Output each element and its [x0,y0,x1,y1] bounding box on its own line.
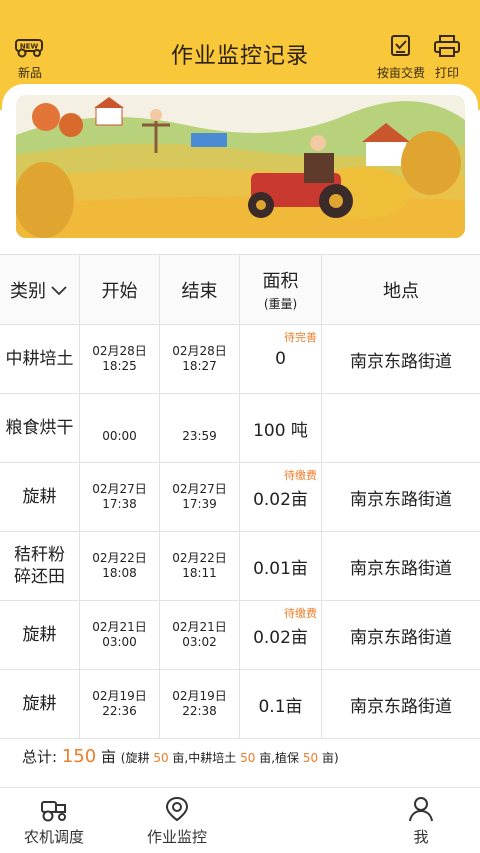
nav-machine-dispatch-label: 农机调度 [24,828,85,846]
row-start: 02月27日 17:38 [80,463,160,531]
farm-banner-illustration [16,95,465,238]
row-start: 02月19日 22:36 [80,670,160,738]
nav-me[interactable]: 我 [408,796,434,847]
checklist-icon [391,35,410,56]
total-unit: 亩 [100,748,116,766]
work-record-table: 类别 开始 结束 面积 (重量) 地点 中耕培土 02月28日 18:25 02月… [0,254,480,739]
breakdown: (旋耕 50 亩,中耕培土 50 亩,植保 50 亩) [120,751,339,765]
bottom-nav: 农机调度 作业监控 我 [0,787,480,853]
end-header: 结束 [160,255,240,324]
row-category: 旋耕 [0,601,80,669]
start-header: 开始 [80,255,160,324]
row-area: 100 吨 [240,394,322,462]
nav-work-monitor[interactable]: 作业监控 [147,796,207,847]
table-row[interactable]: 旋耕 02月27日 17:38 02月27日 17:39 待缴费 0.02亩 南京东… [0,463,480,532]
category-filter-header[interactable]: 类别 [0,255,80,324]
row-end: 02月22日 18:11 [160,532,240,600]
row-category: 中耕培土 [0,325,80,393]
pay-by-mu-button[interactable]: 按亩交费 [377,34,425,81]
table-row[interactable]: 旋耕 02月21日 03:00 02月21日 03:02 待缴费 0.02亩 南京东… [0,601,480,670]
nav-work-monitor-label: 作业监控 [147,828,208,846]
row-end: 02月27日 17:39 [160,463,240,531]
row-area: 待完善 0 [240,325,322,393]
row-location: 南京东路街道 [350,696,452,717]
tractor-icon [41,801,66,822]
row-category: 旋耕 [0,463,80,531]
status-badge: 待缴费 [284,469,317,482]
row-location [322,394,480,462]
location-header: 地点 [383,280,419,302]
row-category: 旋耕 [0,670,80,738]
status-badge: 待完善 [284,331,317,344]
row-start: 02月28日 18:25 [80,325,160,393]
status-badge: 待缴费 [284,607,317,620]
nav-me-label: 我 [413,828,429,846]
table-row[interactable]: 粮食烘干 00:00 23:59 100 吨 [0,394,480,463]
row-end: 02月28日 18:27 [160,325,240,393]
total-label: 总计: [22,748,58,766]
row-location: 南京东路街道 [350,558,452,579]
row-start: 02月22日 18:08 [80,532,160,600]
row-area: 待缴费 0.02亩 [240,463,322,531]
nav-machine-dispatch[interactable]: 农机调度 [24,796,84,847]
chevron-down-icon [51,285,67,295]
row-start: 00:00 [80,394,160,462]
row-location: 南京东路街道 [350,351,452,372]
table-row[interactable]: 秸秆粉碎还田 02月22日 18:08 02月22日 18:11 0.01亩 南京东… [0,532,480,601]
row-category: 秸秆粉碎还田 [0,532,80,600]
row-end: 23:59 [160,394,240,462]
total-summary: 总计: 150 亩 (旋耕 50 亩,中耕培土 50 亩,植保 50 亩) [22,746,339,767]
category-header-label: 类别 [10,280,46,302]
printer-icon [434,35,460,57]
print-label: 打印 [434,66,459,80]
row-area: 0.01亩 [240,532,322,600]
total-value: 150 [61,746,97,767]
location-pin-icon [165,796,189,822]
print-button[interactable]: 打印 [433,34,461,81]
row-category: 粮食烘干 [0,394,80,462]
row-area: 待缴费 0.02亩 [240,601,322,669]
user-icon [409,797,433,822]
row-end: 02月21日 03:02 [160,601,240,669]
table-row[interactable]: 旋耕 02月19日 22:36 02月19日 22:38 0.1亩 南京东路街道 [0,670,480,739]
table-row[interactable]: 中耕培土 02月28日 18:25 02月28日 18:27 待完善 0 南京东路街… [0,325,480,394]
area-header-sub: (重量) [263,297,298,311]
row-start: 02月21日 03:00 [80,601,160,669]
row-location: 南京东路街道 [350,489,452,510]
area-header-label: 面积 [262,271,299,292]
table-header-row: 类别 开始 结束 面积 (重量) 地点 [0,255,480,325]
row-area: 0.1亩 [240,670,322,738]
pay-by-mu-label: 按亩交费 [377,66,426,80]
row-end: 02月19日 22:38 [160,670,240,738]
area-header: 面积 (重量) [240,255,322,324]
row-location: 南京东路街道 [350,627,452,648]
